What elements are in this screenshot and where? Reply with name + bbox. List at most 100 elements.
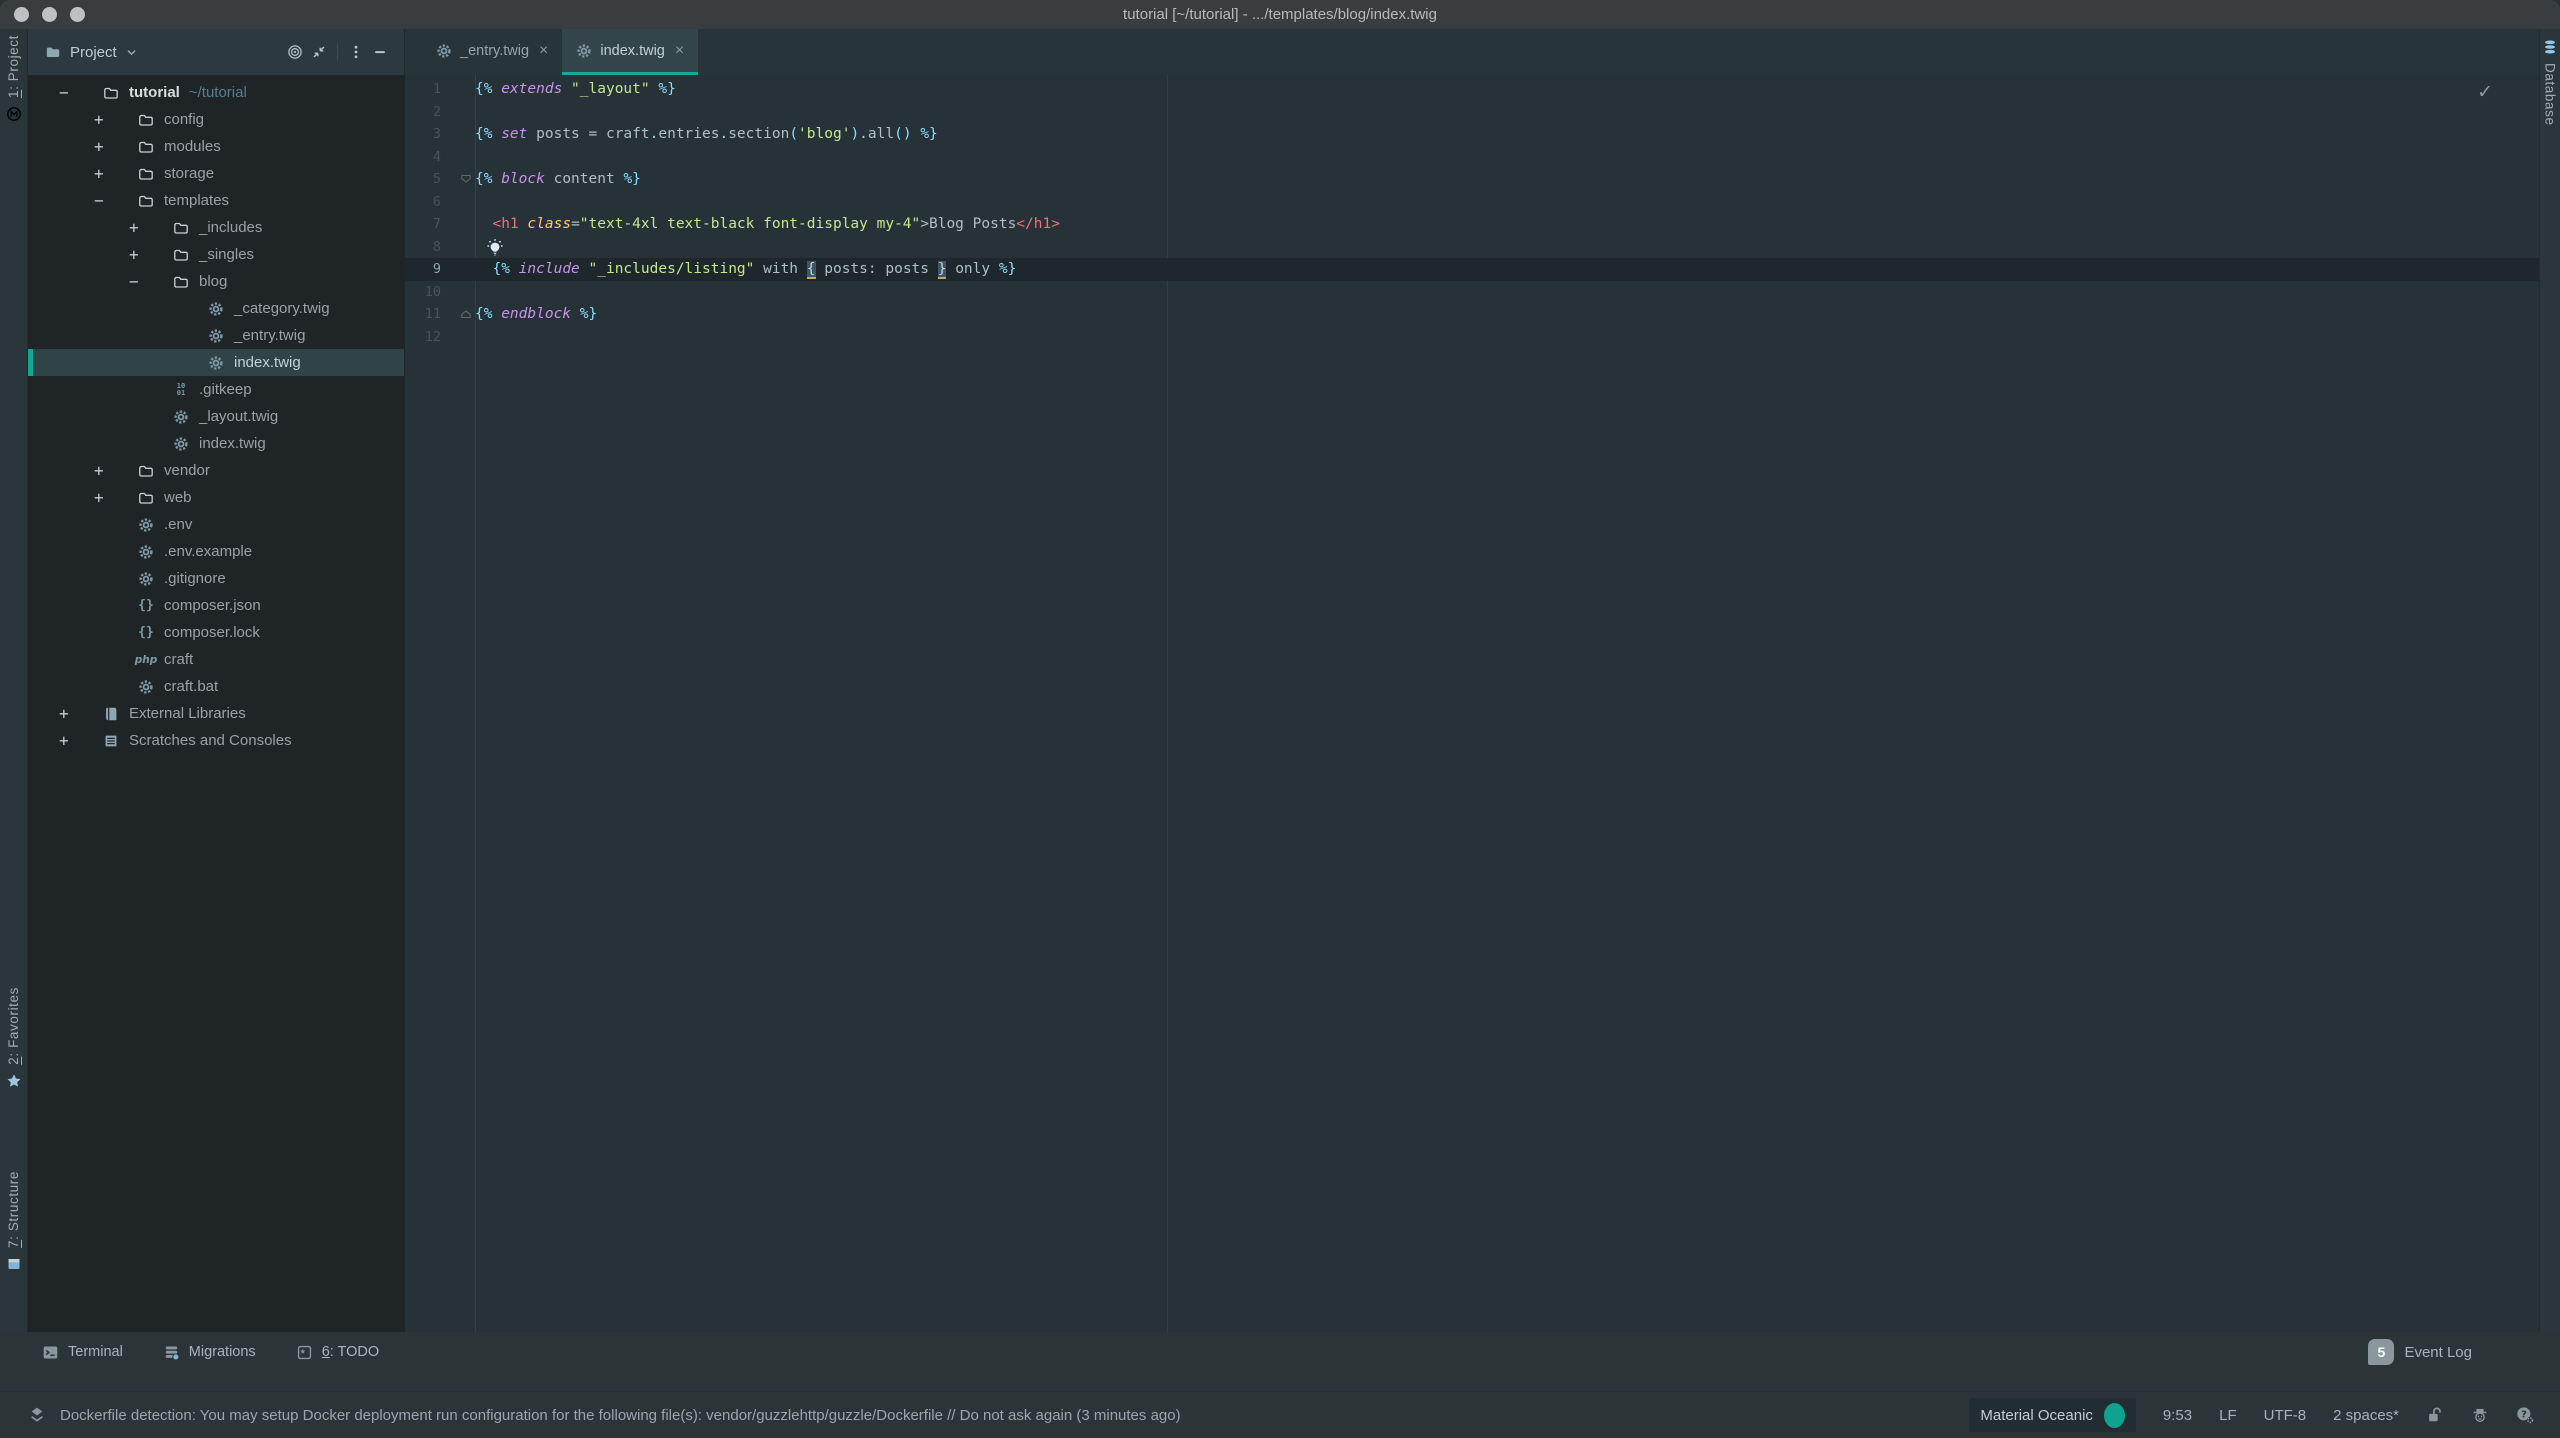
- scratch-icon: [101, 733, 121, 749]
- tree-item-_includes[interactable]: +_includes: [28, 214, 404, 241]
- tree-toggle-icon[interactable]: +: [59, 706, 101, 722]
- code-line-2[interactable]: 2: [405, 101, 2539, 124]
- tab-_entry.twig[interactable]: _entry.twig×: [422, 29, 562, 75]
- gear-icon: [436, 43, 452, 59]
- code-line-4[interactable]: 4: [405, 146, 2539, 169]
- code-line-11[interactable]: 11{% endblock %}: [405, 303, 2539, 326]
- chevron-down-icon[interactable]: [124, 45, 139, 60]
- project-panel-header: Project: [28, 29, 404, 75]
- tree-item-config[interactable]: +config: [28, 106, 404, 133]
- tree-item-blog[interactable]: −blog: [28, 268, 404, 295]
- tree-toggle-icon[interactable]: −: [129, 274, 171, 290]
- tree-toggle-icon[interactable]: +: [94, 490, 136, 506]
- tree-toggle-icon[interactable]: +: [94, 463, 136, 479]
- code-line-9[interactable]: 9 {% include "_includes/listing" with { …: [405, 258, 2539, 281]
- gear-icon: [171, 409, 191, 425]
- tree-item-craft[interactable]: phpcraft: [28, 646, 404, 673]
- tab-index.twig[interactable]: index.twig×: [562, 29, 698, 75]
- hide-panel-button[interactable]: [368, 40, 392, 64]
- code-text: <h1 class="text-4xl text-black font-disp…: [475, 213, 1060, 236]
- code-line-6[interactable]: 6: [405, 191, 2539, 214]
- code-line-1[interactable]: 1{% extends "_layout" %}: [405, 78, 2539, 101]
- tree-item-.env.example[interactable]: .env.example: [28, 538, 404, 565]
- tree-item-_entry.twig[interactable]: _entry.twig: [28, 322, 404, 349]
- editor-body[interactable]: 1{% extends "_layout" %}23{% set posts =…: [405, 75, 2539, 1332]
- docker-notification-icon[interactable]: [28, 1406, 46, 1424]
- tree-item-composer.lock[interactable]: {}composer.lock: [28, 619, 404, 646]
- gear-icon: [206, 328, 226, 344]
- close-tab-icon[interactable]: ×: [539, 43, 548, 59]
- indent-style[interactable]: 2 spaces*: [2333, 1407, 2399, 1424]
- tree-item-index.twig[interactable]: index.twig: [28, 349, 404, 376]
- code-line-7[interactable]: 7 <h1 class="text-4xl text-black font-di…: [405, 213, 2539, 236]
- tree-item-_layout.twig[interactable]: _layout.twig: [28, 403, 404, 430]
- titlebar: tutorial [~/tutorial] - .../templates/bl…: [0, 0, 2560, 29]
- lock-open-icon[interactable]: [2426, 1406, 2444, 1424]
- status-message[interactable]: Dockerfile detection: You may setup Dock…: [60, 1407, 1181, 1424]
- tool-stripe-structure[interactable]: 7: Structure: [0, 1171, 27, 1272]
- inspection-settings-icon[interactable]: [2516, 1406, 2534, 1424]
- tree-toggle-icon[interactable]: −: [94, 193, 136, 209]
- tool-stripe-favorites[interactable]: 2: Favorites: [0, 987, 27, 1089]
- tree-item-craft.bat[interactable]: craft.bat: [28, 673, 404, 700]
- toolwindow-button-todo[interactable]: 6: TODO: [296, 1344, 380, 1361]
- tree-toggle-icon[interactable]: +: [129, 220, 171, 236]
- intention-bulb-icon[interactable]: [485, 238, 505, 260]
- binary-icon: 1001: [171, 383, 191, 397]
- tree-item-_singles[interactable]: +_singles: [28, 241, 404, 268]
- locate-file-button[interactable]: [283, 40, 307, 64]
- tree-item-label: .env.example: [164, 543, 252, 560]
- fold-marker-icon[interactable]: [441, 168, 475, 191]
- line-number: 10: [405, 281, 441, 304]
- tree-item-web[interactable]: +web: [28, 484, 404, 511]
- collapse-all-button[interactable]: [307, 40, 331, 64]
- tree-item-Scratches and Consoles[interactable]: +Scratches and Consoles: [28, 727, 404, 754]
- tree-toggle-icon[interactable]: −: [59, 85, 101, 101]
- toolwindow-button-terminal[interactable]: Terminal: [42, 1344, 123, 1361]
- tree-toggle-icon[interactable]: +: [94, 139, 136, 155]
- tree-item-storage[interactable]: +storage: [28, 160, 404, 187]
- project-panel-title[interactable]: Project: [70, 44, 117, 61]
- tree-item-modules[interactable]: +modules: [28, 133, 404, 160]
- code-line-12[interactable]: 12: [405, 326, 2539, 349]
- m-circle-icon: [6, 106, 22, 122]
- tree-item-vendor[interactable]: +vendor: [28, 457, 404, 484]
- tree-item-index.twig[interactable]: index.twig: [28, 430, 404, 457]
- line-separator[interactable]: LF: [2219, 1407, 2237, 1424]
- tool-stripe-project[interactable]: 1: Project: [0, 35, 27, 122]
- code-line-10[interactable]: 10: [405, 281, 2539, 304]
- project-panel: Project −tutorial~/tutorial+config+modul…: [28, 29, 404, 1332]
- tree-item-External Libraries[interactable]: +External Libraries: [28, 700, 404, 727]
- tree-item-_category.twig[interactable]: _category.twig: [28, 295, 404, 322]
- event-log-button[interactable]: 5 Event Log: [2368, 1339, 2472, 1365]
- todo-icon: [296, 1344, 313, 1361]
- tree-item-.gitignore[interactable]: .gitignore: [28, 565, 404, 592]
- tree-toggle-icon[interactable]: +: [129, 247, 171, 263]
- toolwindow-button-migrations[interactable]: Migrations: [163, 1344, 256, 1361]
- tree-item-templates[interactable]: −templates: [28, 187, 404, 214]
- tree-toggle-icon[interactable]: +: [94, 112, 136, 128]
- file-encoding[interactable]: UTF-8: [2264, 1407, 2307, 1424]
- tree-toggle-icon[interactable]: +: [94, 166, 136, 182]
- tool-stripe-database[interactable]: Database: [2540, 39, 2560, 126]
- code-line-8[interactable]: 8: [405, 236, 2539, 259]
- inspections-profile-icon[interactable]: [2471, 1406, 2489, 1424]
- theme-switcher[interactable]: Material Oceanic: [1969, 1398, 2136, 1432]
- tree-toggle-icon[interactable]: +: [59, 733, 101, 749]
- code-line-3[interactable]: 3{% set posts = craft.entries.section('b…: [405, 123, 2539, 146]
- inspection-ok-icon[interactable]: ✓: [2477, 81, 2493, 103]
- project-tree: −tutorial~/tutorial+config+modules+stora…: [28, 75, 404, 1332]
- close-tab-icon[interactable]: ×: [675, 43, 684, 59]
- database-icon: [2542, 39, 2558, 55]
- fold-marker-icon[interactable]: [441, 303, 475, 326]
- caret-position[interactable]: 9:53: [2163, 1407, 2192, 1424]
- tool-window-bar: Terminal Migrations 6: TODO 5 Event Log: [0, 1332, 2560, 1372]
- fold-gutter: [441, 281, 475, 304]
- tree-item-tutorial[interactable]: −tutorial~/tutorial: [28, 79, 404, 106]
- tree-item-label: .env: [164, 516, 192, 533]
- tree-item-.gitkeep[interactable]: 1001.gitkeep: [28, 376, 404, 403]
- code-line-5[interactable]: 5{% block content %}: [405, 168, 2539, 191]
- tree-item-.env[interactable]: .env: [28, 511, 404, 538]
- tree-item-composer.json[interactable]: {}composer.json: [28, 592, 404, 619]
- options-menu-button[interactable]: [344, 40, 368, 64]
